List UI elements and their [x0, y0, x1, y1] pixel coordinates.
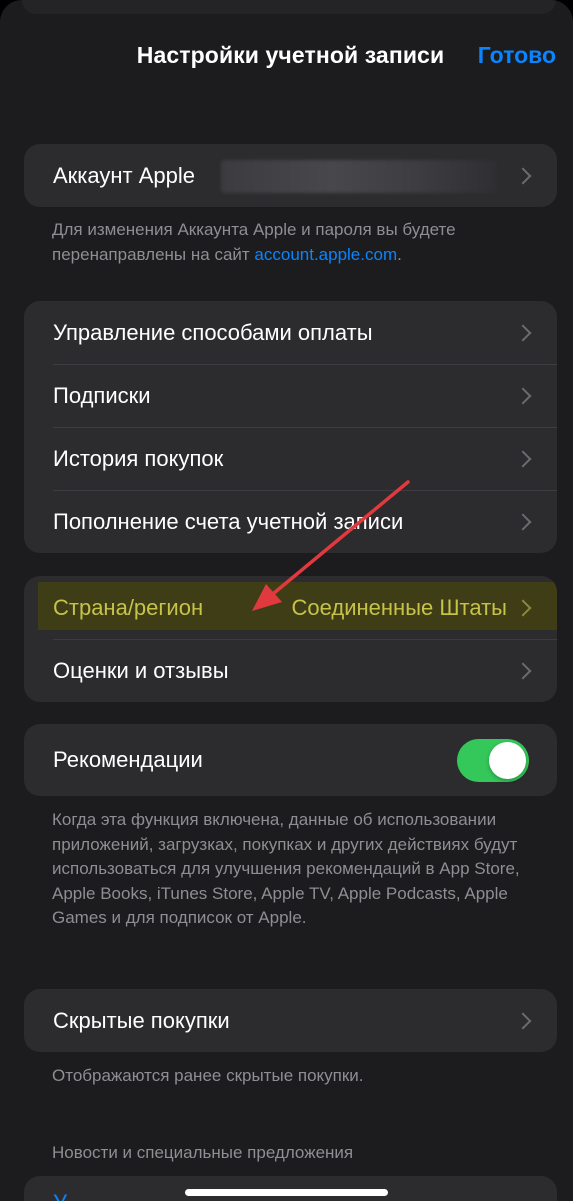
recommendations-toggle[interactable] — [457, 738, 529, 782]
purchase-history-label: История покупок — [53, 445, 224, 471]
news-section-header: Новости и специальные предложения — [52, 1143, 354, 1162]
settings-sheet: Настройки учетной записи Готово Аккаунт … — [0, 0, 573, 1201]
chevron-right-icon — [514, 167, 532, 184]
purchase-history-row[interactable]: История покупок — [24, 427, 557, 490]
hidden-purchases-label: Скрытые покупки — [53, 1007, 230, 1033]
chevron-right-icon — [514, 1012, 532, 1029]
payment-methods-label: Управление способами оплаты — [53, 319, 373, 345]
background-sheet-edge — [22, 0, 556, 14]
home-indicator[interactable] — [185, 1189, 388, 1196]
account-footnote: Для изменения Аккаунта Apple и пароля вы… — [52, 218, 532, 267]
recommendations-row: Рекомендации — [24, 724, 557, 796]
hidden-purchases-row[interactable]: Скрытые покупки — [24, 989, 557, 1052]
recommendations-label: Рекомендации — [53, 747, 203, 772]
hidden-purchases-footnote: Отображаются ранее скрытые покупки. — [52, 1066, 364, 1085]
purchases-group: Управление способами оплаты Подписки Ист… — [24, 301, 557, 553]
chevron-right-icon — [514, 450, 532, 467]
apple-account-row[interactable]: Аккаунт Apple — [24, 144, 557, 207]
news-row-peek-text[interactable]: У — [53, 1190, 67, 1201]
chevron-right-icon — [514, 662, 532, 679]
ratings-reviews-row[interactable]: Оценки и отзывы — [24, 639, 557, 702]
subscriptions-label: Подписки — [53, 382, 151, 408]
add-funds-label: Пополнение счета учетной записи — [53, 508, 404, 534]
recommendations-group: Рекомендации — [24, 724, 557, 796]
account-group: Аккаунт Apple — [24, 144, 557, 207]
add-funds-row[interactable]: Пополнение счета учетной записи — [24, 490, 557, 553]
done-button[interactable]: Готово — [478, 38, 556, 72]
country-region-row[interactable]: Страна/регион Соединенные Штаты — [24, 576, 557, 639]
payment-methods-row[interactable]: Управление способами оплаты — [24, 301, 557, 364]
apple-account-label: Аккаунт Apple — [53, 162, 196, 188]
account-note-end: . — [397, 244, 402, 264]
country-region-value: Соединенные Штаты — [291, 594, 507, 620]
account-apple-com-link[interactable]: account.apple.com — [254, 245, 397, 264]
subscriptions-row[interactable]: Подписки — [24, 364, 557, 427]
chevron-right-icon — [514, 387, 532, 404]
hidden-purchases-group: Скрытые покупки — [24, 989, 557, 1052]
country-region-label: Страна/регион — [53, 594, 204, 620]
recommendations-footnote: Когда эта функция включена, данные об ис… — [52, 810, 520, 927]
ratings-reviews-label: Оценки и отзывы — [53, 657, 229, 683]
toggle-knob — [489, 741, 526, 779]
chevron-right-icon — [514, 324, 532, 341]
chevron-right-icon — [514, 599, 532, 616]
chevron-right-icon — [514, 513, 532, 530]
redacted-email — [221, 160, 497, 193]
region-group: Страна/регион Соединенные Штаты Оценки и… — [24, 576, 557, 702]
